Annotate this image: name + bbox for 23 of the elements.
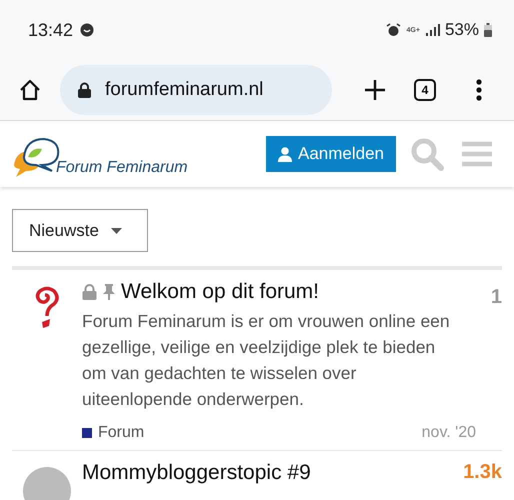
topic-title[interactable]: Mommybloggerstopic #9 [82,461,311,485]
user-icon [278,146,292,162]
lock-icon [78,82,91,98]
battery-icon [484,23,492,37]
battery-percent: 53% [444,20,479,40]
tab-count-button[interactable]: 4 [414,79,436,101]
sort-dropdown[interactable]: Nieuwste [12,209,148,252]
address-bar[interactable]: forumfeminarum.nl [60,65,332,115]
notification-icon [80,23,94,37]
status-time: 13:42 [28,20,74,40]
topic-excerpt: Forum Feminarum is er om vrouwen online een gezellige, veilige en veelzijdige plek te bieden om van gedachten te wisselen over uiteenlopende onderwerpen. [82,310,451,411]
topic-title[interactable]: Welkom op dit forum! [121,280,320,304]
url-text: forumfeminarum.nl [105,79,264,101]
home-icon[interactable] [18,78,42,102]
login-button[interactable]: Aanmelden [266,136,396,172]
new-tab-icon[interactable] [364,79,386,101]
alarm-icon [386,22,401,38]
more-icon[interactable] [476,79,482,101]
signal-icon [426,24,440,36]
caret-icon [110,228,122,234]
category-badge[interactable]: Forum [82,424,144,442]
logo-text[interactable]: Forum Feminarum [56,159,188,177]
topic-date: nov. '20 [422,424,476,442]
